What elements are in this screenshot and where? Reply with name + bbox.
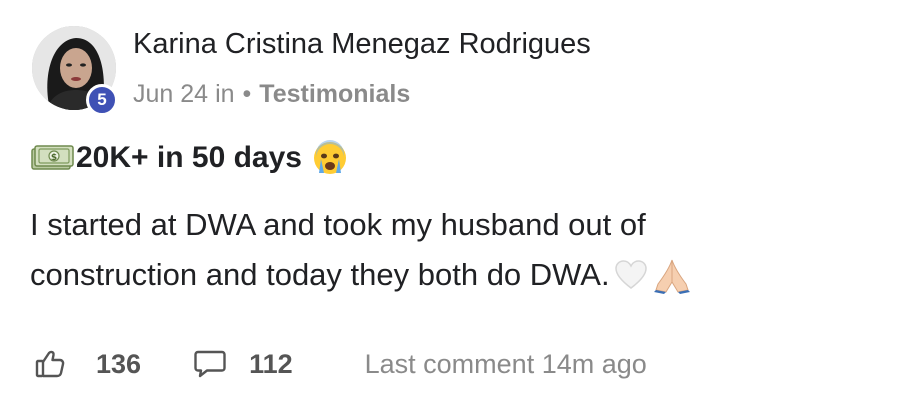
post-footer: 136 112 Last comment 14m ago [34, 348, 647, 380]
author-avatar-wrap[interactable]: 5 [32, 26, 118, 116]
meta-separator: • [242, 80, 252, 108]
post-meta: Jun 24 in • Testimonials [133, 80, 410, 109]
title-text: 20K+ in 50 days [76, 141, 302, 174]
post-body[interactable]: I started at DWA and took my husband out… [30, 200, 850, 300]
post-card: 5 Karina Cristina Menegaz Rodrigues Jun … [0, 0, 901, 401]
author-name[interactable]: Karina Cristina Menegaz Rodrigues [133, 28, 591, 61]
thumbs-up-icon[interactable] [34, 348, 66, 380]
white-heart-icon [614, 259, 648, 291]
level-badge: 5 [86, 84, 118, 116]
crying-face-icon [312, 140, 348, 176]
money-bills-icon: $ [30, 143, 74, 173]
post-date: Jun 24 [133, 80, 209, 108]
body-line-2: construction and today they both do DWA. [30, 250, 850, 300]
svg-text:$: $ [51, 153, 57, 163]
category-link[interactable]: Testimonials [259, 80, 410, 109]
body-line-1: I started at DWA and took my husband out… [30, 207, 646, 242]
last-comment-time[interactable]: Last comment 14m ago [365, 349, 647, 380]
comment-bubble-icon[interactable] [193, 348, 227, 380]
praying-hands-icon [652, 256, 692, 294]
like-count: 136 [96, 348, 142, 379]
body-line-2-text: construction and today they both do DWA. [30, 257, 610, 292]
post-title[interactable]: $ 20K+ in 50 days [30, 140, 348, 176]
in-label: in [215, 80, 235, 108]
comment-count: 112 [249, 348, 293, 379]
